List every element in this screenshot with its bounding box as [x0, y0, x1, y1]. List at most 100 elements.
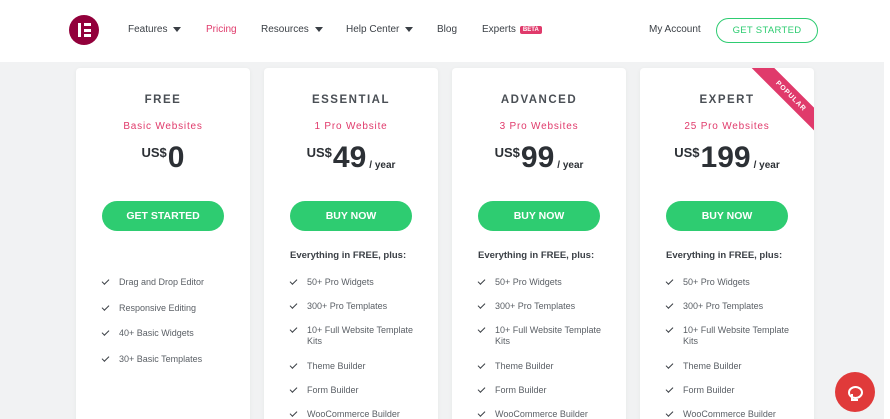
plan-name: ADVANCED — [500, 94, 578, 106]
feature-item: 300+ Pro Templates — [477, 301, 605, 312]
get-started-button[interactable]: GET STARTED — [102, 201, 224, 231]
price-amount: 199 — [700, 141, 751, 174]
feature-label: Theme Builder — [307, 361, 366, 371]
my-account-link[interactable]: My Account — [649, 24, 701, 35]
nav-resources-label: Resources — [261, 24, 309, 35]
plus-label: Everything in FREE, plus: — [478, 250, 595, 261]
price-period: / year — [369, 160, 396, 171]
page-edge — [884, 0, 890, 419]
feature-label: 50+ Pro Widgets — [495, 277, 562, 287]
feature-item: Form Builder — [289, 385, 417, 396]
check-icon — [289, 385, 298, 393]
plan-name: ESSENTIAL — [311, 94, 391, 106]
check-icon — [477, 277, 486, 285]
feature-item: WooCommerce Builder — [665, 409, 793, 419]
price-amount: 49 — [332, 141, 367, 174]
feature-label: 50+ Pro Widgets — [307, 277, 374, 287]
plan-card-free: FREE Basic Websites US$ 0 GET STARTED Dr… — [76, 68, 250, 419]
feature-item: 30+ Basic Templates — [101, 354, 229, 365]
top-navigation: Features Pricing Resources Help Center B… — [0, 0, 890, 62]
nav-blog-label: Blog — [437, 24, 458, 35]
check-icon — [101, 328, 110, 336]
plan-name: EXPERT — [699, 94, 755, 106]
check-icon — [477, 361, 486, 369]
feature-label: 10+ Full Website Template Kits — [683, 325, 789, 346]
plus-label: Everything in FREE, plus: — [666, 250, 783, 261]
feature-label: Form Builder — [683, 385, 735, 395]
price-currency: US$ — [494, 145, 520, 160]
nav-experts[interactable]: Experts BETA — [482, 24, 542, 35]
feature-item: 40+ Basic Widgets — [101, 328, 229, 339]
feature-label: Drag and Drop Editor — [119, 277, 205, 287]
feature-label: 300+ Pro Templates — [683, 301, 764, 311]
feature-label: 300+ Pro Templates — [495, 301, 576, 311]
check-icon — [477, 325, 486, 333]
plan-card-expert: POPULAR EXPERT 25 Pro Websites US$ 199 /… — [640, 68, 814, 419]
feature-item: Theme Builder — [289, 361, 417, 372]
feature-item: 10+ Full Website Template Kits — [289, 325, 417, 347]
feature-label: Form Builder — [307, 385, 359, 395]
buy-now-button[interactable]: BUY NOW — [666, 201, 788, 231]
chat-launcher-button[interactable] — [835, 372, 875, 412]
nav-experts-label: Experts — [482, 24, 516, 35]
feature-item: 10+ Full Website Template Kits — [665, 325, 793, 347]
plus-label: Everything in FREE, plus: — [290, 250, 407, 261]
nav-help-center[interactable]: Help Center — [346, 24, 414, 35]
feature-item: Responsive Editing — [101, 303, 229, 314]
check-icon — [665, 325, 674, 333]
price-amount: 99 — [520, 141, 555, 174]
feature-item: 10+ Full Website Template Kits — [477, 325, 605, 347]
feature-label: 30+ Basic Templates — [119, 354, 203, 364]
feature-item: 300+ Pro Templates — [665, 301, 793, 312]
price-amount: 0 — [167, 141, 185, 174]
feature-label: Theme Builder — [683, 361, 742, 371]
plan-card-advanced: ADVANCED 3 Pro Websites US$ 99 / year BU… — [452, 68, 626, 419]
feature-item: 50+ Pro Widgets — [665, 277, 793, 288]
plan-subtitle: 1 Pro Website — [314, 121, 388, 132]
feature-label: 40+ Basic Widgets — [119, 328, 194, 338]
feature-label: 50+ Pro Widgets — [683, 277, 750, 287]
nav-features[interactable]: Features — [128, 24, 182, 35]
feature-label: WooCommerce Builder — [495, 409, 588, 419]
check-icon — [101, 354, 110, 362]
feature-item: 50+ Pro Widgets — [289, 277, 417, 288]
check-icon — [477, 301, 486, 309]
feature-item: Form Builder — [477, 385, 605, 396]
nav-pricing[interactable]: Pricing — [206, 24, 237, 35]
nav-blog[interactable]: Blog — [437, 24, 457, 35]
header-get-started-button[interactable]: GET STARTED — [716, 18, 818, 43]
price-currency: US$ — [674, 145, 700, 160]
check-icon — [289, 361, 298, 369]
feature-item: WooCommerce Builder — [289, 409, 417, 419]
buy-now-button[interactable]: BUY NOW — [478, 201, 600, 231]
check-icon — [665, 409, 674, 417]
plan-subtitle: 3 Pro Websites — [499, 121, 579, 132]
plan-price: US$ 0 — [76, 143, 250, 173]
chevron-down-icon — [173, 27, 182, 32]
feature-label: Responsive Editing — [119, 303, 197, 313]
nav-features-label: Features — [128, 24, 168, 35]
buy-now-button[interactable]: BUY NOW — [290, 201, 412, 231]
feature-label: Theme Builder — [495, 361, 554, 371]
nav-pricing-label: Pricing — [206, 24, 237, 35]
plan-subtitle: Basic Websites — [123, 121, 203, 132]
plan-price: US$ 199 / year — [640, 143, 814, 173]
chat-icon — [847, 385, 863, 401]
feature-label: Form Builder — [495, 385, 547, 395]
feature-item: Theme Builder — [477, 361, 605, 372]
price-currency: US$ — [306, 145, 332, 160]
feature-item: Form Builder — [665, 385, 793, 396]
plan-name: FREE — [144, 94, 182, 106]
plan-price: US$ 49 / year — [264, 143, 438, 173]
feature-label: 10+ Full Website Template Kits — [495, 325, 601, 346]
nav-resources[interactable]: Resources — [261, 24, 323, 35]
check-icon — [289, 277, 298, 285]
price-period: / year — [557, 160, 584, 171]
price-period: / year — [753, 160, 780, 171]
check-icon — [665, 301, 674, 309]
feature-label: WooCommerce Builder — [683, 409, 776, 419]
plan-card-essential: ESSENTIAL 1 Pro Website US$ 49 / year BU… — [264, 68, 438, 419]
check-icon — [477, 385, 486, 393]
elementor-logo-icon[interactable] — [69, 15, 99, 45]
check-icon — [665, 361, 674, 369]
